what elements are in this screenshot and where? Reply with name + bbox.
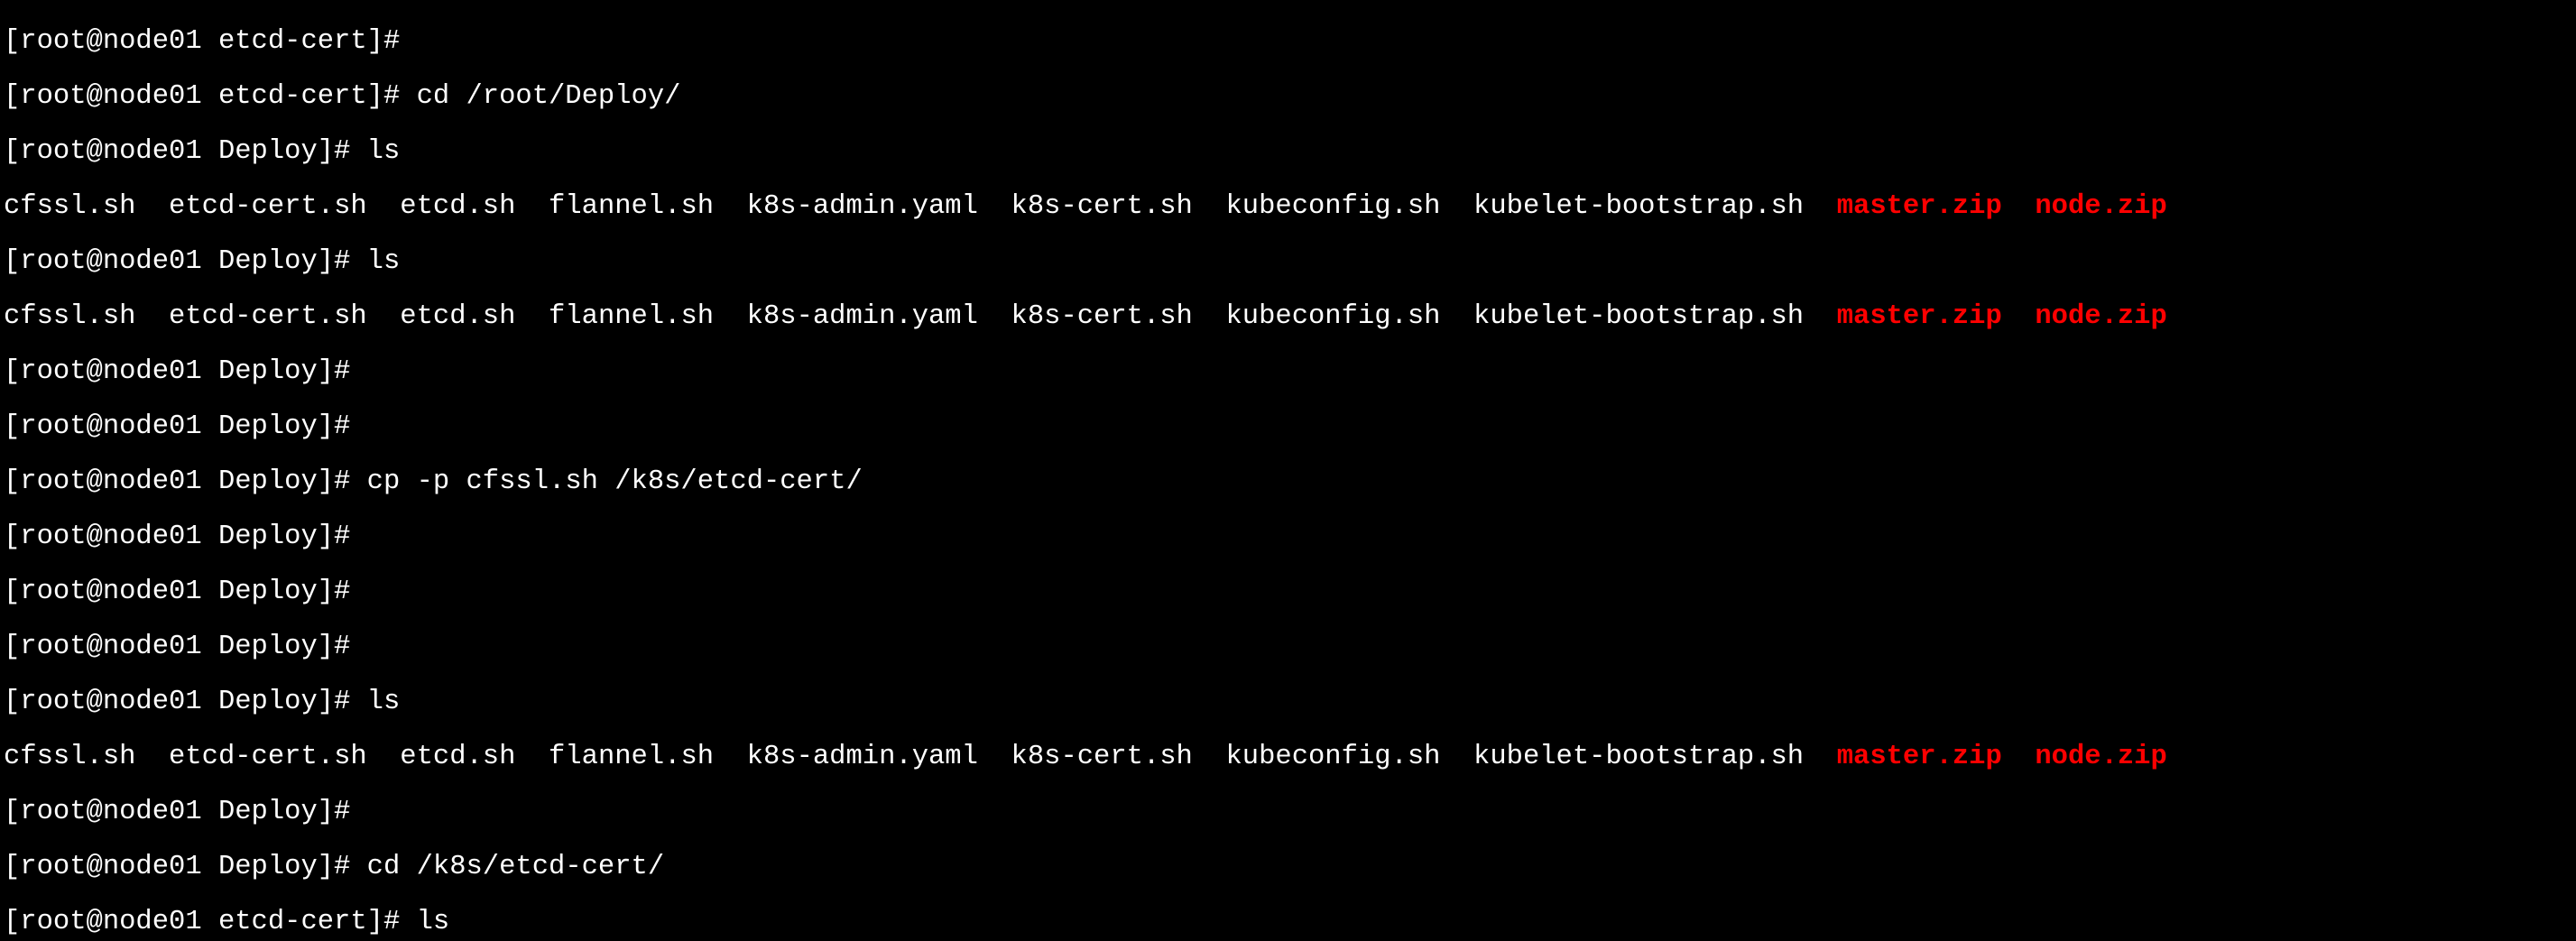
file-regular: etcd-cert.sh <box>169 191 367 222</box>
file-regular: etcd-cert.sh <box>169 742 367 772</box>
ls-output-line: cfssl.sh etcd-cert.sh etcd.sh flannel.sh… <box>4 743 2572 771</box>
file-regular: k8s-admin.yaml <box>747 191 978 222</box>
command-line: [root@node01 Deploy]# ls <box>4 688 2572 716</box>
prompt: [root@node01 Deploy]# <box>4 632 350 662</box>
file-archive: node.zip <box>2035 191 2166 222</box>
prompt: [root@node01 etcd-cert]# <box>4 81 400 112</box>
command-text: ls <box>350 246 400 277</box>
prompt: [root@node01 Deploy]# <box>4 577 350 607</box>
command-line: [root@node01 Deploy]# ls <box>4 138 2572 166</box>
prompt-line: [root@node01 Deploy]# <box>4 523 2572 551</box>
command-text: ls <box>350 136 400 167</box>
command-text: ls <box>350 687 400 717</box>
file-archive: node.zip <box>2035 301 2166 332</box>
command-text: cd /k8s/etcd-cert/ <box>350 852 664 882</box>
file-regular: cfssl.sh <box>4 742 135 772</box>
file-regular: flannel.sh <box>549 742 714 772</box>
prompt-line: [root@node01 Deploy]# <box>4 358 2572 386</box>
file-regular: k8s-cert.sh <box>1011 742 1193 772</box>
prompt: [root@node01 Deploy]# <box>4 797 350 827</box>
command-text: cp -p cfssl.sh /k8s/etcd-cert/ <box>350 466 862 497</box>
file-archive: master.zip <box>1837 191 2002 222</box>
ls-output-line: cfssl.sh etcd-cert.sh etcd.sh flannel.sh… <box>4 303 2572 331</box>
ls-output-line: cfssl.sh etcd-cert.sh etcd.sh flannel.sh… <box>4 193 2572 221</box>
file-regular: k8s-cert.sh <box>1011 301 1193 332</box>
file-regular: kubelet-bootstrap.sh <box>1473 191 1804 222</box>
file-regular: k8s-admin.yaml <box>747 301 978 332</box>
file-regular: kubeconfig.sh <box>1225 301 1440 332</box>
command-text: ls <box>400 907 449 937</box>
prompt: [root@node01 Deploy]# <box>4 136 350 167</box>
file-archive: master.zip <box>1837 301 2002 332</box>
command-text: cd /root/Deploy/ <box>400 81 680 112</box>
prompt: [root@node01 Deploy]# <box>4 246 350 277</box>
prompt-line: [root@node01 etcd-cert]# <box>4 28 2572 56</box>
file-regular: etcd.sh <box>400 742 515 772</box>
prompt: [root@node01 etcd-cert]# <box>4 26 400 57</box>
file-regular: cfssl.sh <box>4 191 135 222</box>
prompt-line: [root@node01 Deploy]# <box>4 578 2572 606</box>
command-line: [root@node01 etcd-cert]# ls <box>4 909 2572 936</box>
prompt: [root@node01 Deploy]# <box>4 466 350 497</box>
file-regular: etcd.sh <box>400 191 515 222</box>
file-regular: flannel.sh <box>549 191 714 222</box>
prompt: [root@node01 Deploy]# <box>4 411 350 442</box>
file-regular: flannel.sh <box>549 301 714 332</box>
file-regular: etcd-cert.sh <box>169 301 367 332</box>
prompt: [root@node01 Deploy]# <box>4 521 350 552</box>
command-line: [root@node01 Deploy]# cp -p cfssl.sh /k8… <box>4 468 2572 496</box>
file-regular: kubelet-bootstrap.sh <box>1473 742 1804 772</box>
command-line: [root@node01 Deploy]# cd /k8s/etcd-cert/ <box>4 853 2572 881</box>
file-regular: etcd.sh <box>400 301 515 332</box>
prompt: [root@node01 Deploy]# <box>4 852 350 882</box>
prompt: [root@node01 etcd-cert]# <box>4 907 400 937</box>
file-regular: cfssl.sh <box>4 301 135 332</box>
file-regular: kubelet-bootstrap.sh <box>1473 301 1804 332</box>
file-regular: k8s-admin.yaml <box>747 742 978 772</box>
prompt-line: [root@node01 Deploy]# <box>4 413 2572 441</box>
file-archive: master.zip <box>1837 742 2002 772</box>
file-regular: kubeconfig.sh <box>1225 191 1440 222</box>
prompt-line: [root@node01 Deploy]# <box>4 633 2572 661</box>
file-archive: node.zip <box>2035 742 2166 772</box>
prompt: [root@node01 Deploy]# <box>4 687 350 717</box>
command-line: [root@node01 etcd-cert]# cd /root/Deploy… <box>4 83 2572 111</box>
prompt: [root@node01 Deploy]# <box>4 356 350 387</box>
command-line: [root@node01 Deploy]# ls <box>4 248 2572 276</box>
file-regular: kubeconfig.sh <box>1225 742 1440 772</box>
file-regular: k8s-cert.sh <box>1011 191 1193 222</box>
terminal[interactable]: [root@node01 etcd-cert]# [root@node01 et… <box>0 0 2576 941</box>
prompt-line: [root@node01 Deploy]# <box>4 798 2572 826</box>
